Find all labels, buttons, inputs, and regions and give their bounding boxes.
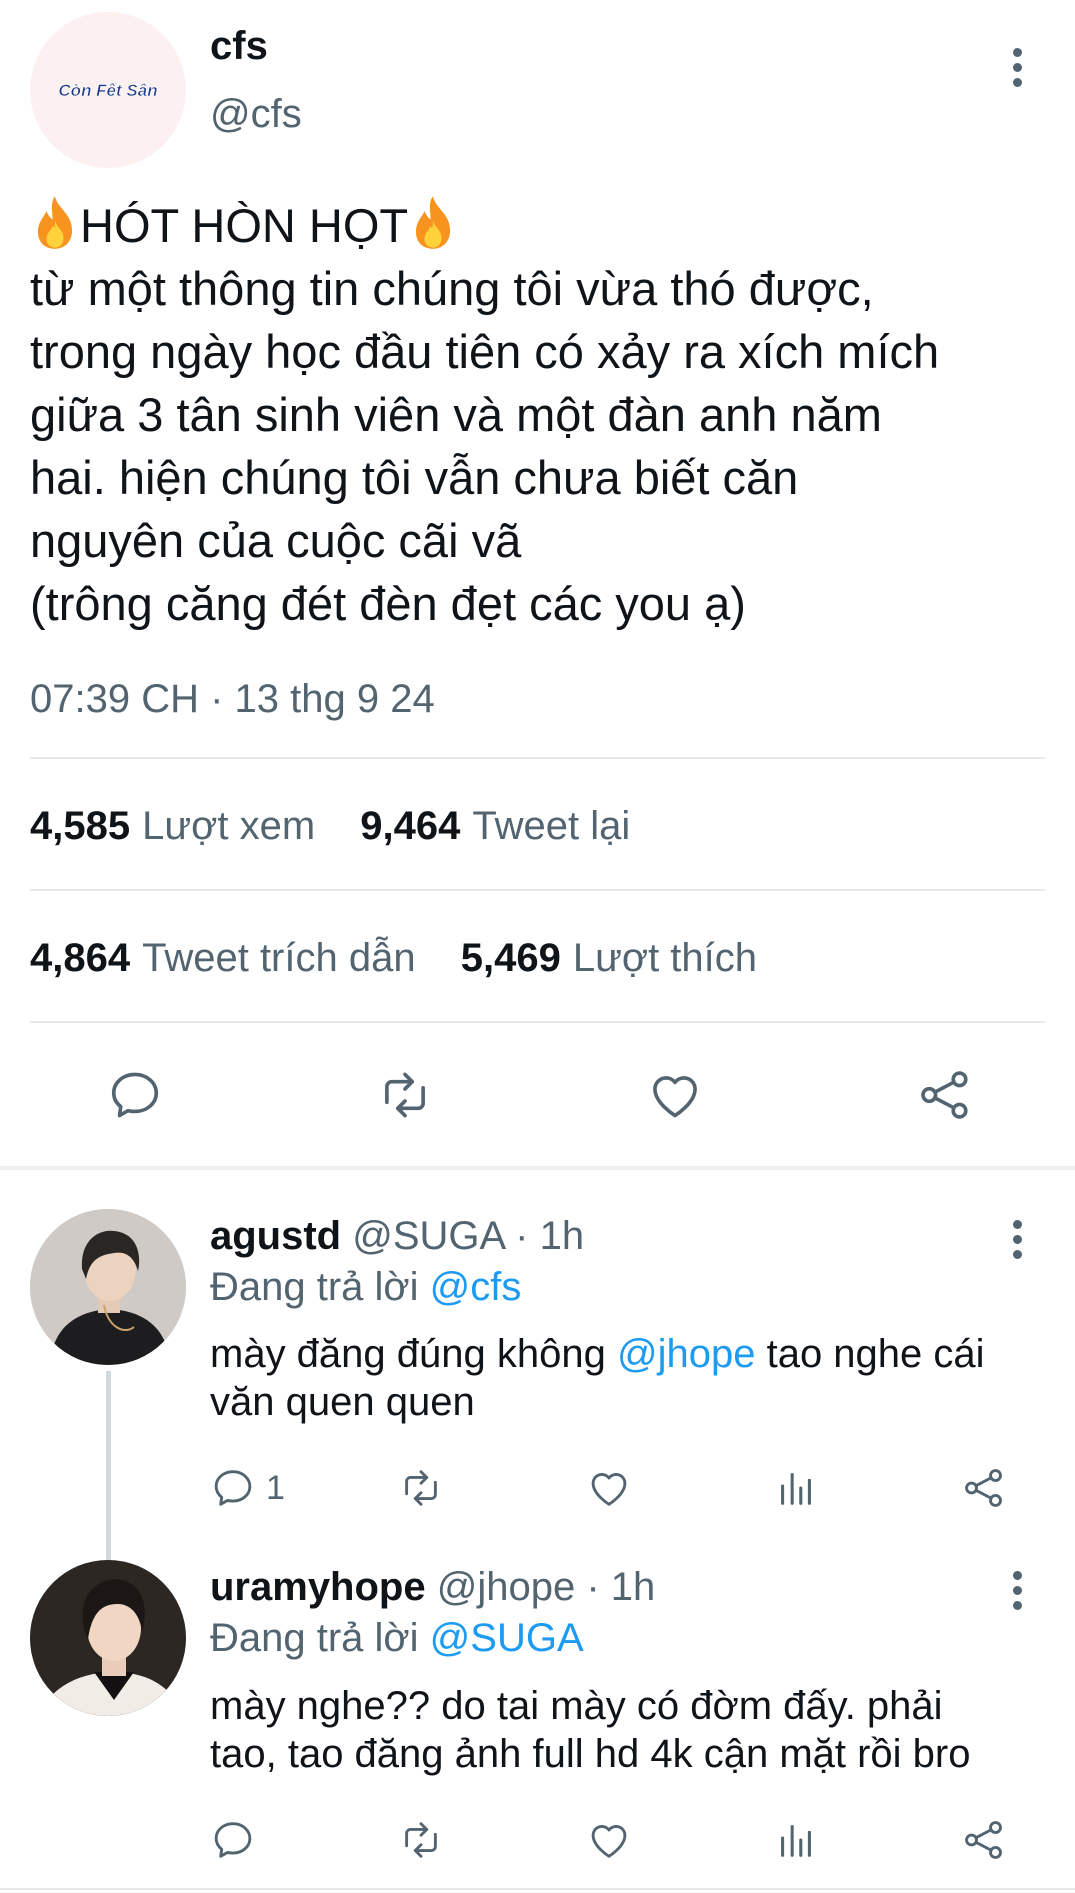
tweet-line: (trông căng đét đèn đẹt các you ạ): [30, 577, 746, 630]
stats-row-1: 4,585 Lượt xem 9,464 Tweet lại: [30, 804, 664, 849]
share-icon: [921, 1071, 968, 1119]
tweet-title-line: HÓT HÒN HỌT: [30, 194, 1040, 257]
like-icon: [591, 1825, 627, 1858]
reply-icon: [214, 1822, 252, 1858]
analytics-button[interactable]: [773, 1463, 819, 1513]
reply-avatar[interactable]: [30, 1560, 186, 1716]
like-button[interactable]: [585, 1815, 633, 1865]
tweet-title: HÓT HÒN HỌT: [80, 199, 409, 252]
divider: [30, 757, 1045, 759]
thread-line: [106, 1371, 111, 1566]
reply-author-handle[interactable]: @SUGA: [352, 1214, 504, 1258]
reply-line: văn quen quen: [210, 1380, 475, 1424]
reply-avatar[interactable]: [30, 1209, 186, 1365]
user-photo: [30, 1560, 186, 1716]
author-avatar[interactable]: Còn Fết Sân: [30, 12, 186, 168]
retweet-button[interactable]: [395, 1815, 447, 1865]
reply-time: · 1h: [586, 1565, 656, 1609]
tweet-line: hai. hiện chúng tôi vẫn chưa biết căn: [30, 451, 799, 504]
quotes-label: Tweet trích dẫn: [142, 936, 416, 980]
like-button[interactable]: [585, 1463, 633, 1513]
retweets-label: Tweet lại: [472, 804, 631, 848]
likes-count: 5,469: [460, 936, 561, 980]
reply-icon: [111, 1072, 159, 1118]
more-options-icon[interactable]: [1009, 1220, 1025, 1265]
reply-actions: 1: [210, 1463, 1020, 1513]
reply-line: mày nghe?? do tai mày có đờm đấy. phải: [210, 1684, 943, 1728]
tweet-timestamp[interactable]: 07:39 CH · 13 thg 9 24: [30, 677, 435, 722]
retweet-icon: [405, 1822, 437, 1858]
section-divider: [0, 1166, 1075, 1170]
reply-line: tao, tao đăng ảnh full hd 4k cận mặt rồi…: [210, 1732, 971, 1776]
share-icon: [965, 1821, 1002, 1859]
mention-link[interactable]: @jhope: [617, 1332, 755, 1376]
logo-text: Còn Fết Sân: [58, 81, 157, 100]
reply-time: · 1h: [515, 1214, 585, 1258]
like-icon: [591, 1473, 627, 1506]
likes-stat[interactable]: 5,469 Lượt thích: [461, 936, 757, 980]
retweets-stat[interactable]: 9,464 Tweet lại: [360, 804, 630, 848]
views-count: 4,585: [30, 804, 131, 848]
author-handle[interactable]: @cfs: [210, 92, 302, 137]
tweet-line: trong ngày học đầu tiên có xảy ra xích m…: [30, 325, 940, 378]
share-button[interactable]: [905, 1060, 985, 1130]
quotes-stat[interactable]: 4,864 Tweet trích dẫn: [30, 936, 416, 980]
reply-icon: [214, 1470, 252, 1506]
views-label: Lượt xem: [142, 804, 316, 848]
reply-text: mày nghe?? do tai mày có đờm đấy. phải t…: [210, 1682, 1040, 1778]
bottom-divider: [0, 1888, 1075, 1890]
analytics-icon: [781, 1473, 811, 1505]
author-name[interactable]: cfs: [210, 24, 268, 69]
replying-to: Đang trả lời @SUGA: [210, 1616, 584, 1661]
share-button[interactable]: [960, 1815, 1008, 1865]
reply-button[interactable]: [210, 1815, 256, 1865]
reply-actions: [210, 1815, 1020, 1865]
cfs-logo: Còn Fết Sân: [30, 12, 186, 168]
reply-author-name[interactable]: agustd: [210, 1214, 341, 1258]
retweet-icon: [385, 1072, 425, 1118]
reply-author-name[interactable]: uramyhope: [210, 1565, 426, 1609]
more-options-icon[interactable]: [1009, 1571, 1025, 1616]
replying-mention[interactable]: @SUGA: [430, 1616, 584, 1660]
share-icon: [965, 1469, 1002, 1507]
divider: [30, 889, 1045, 891]
reply-text-part: tao nghe cái: [755, 1332, 985, 1376]
more-options-icon[interactable]: [1009, 48, 1025, 93]
reply-text: mày đăng đúng không @jhope tao nghe cái …: [210, 1330, 1040, 1426]
replying-prefix: Đang trả lời: [210, 1616, 419, 1660]
replying-mention[interactable]: @cfs: [430, 1265, 522, 1309]
stats-row-2: 4,864 Tweet trích dẫn 5,469 Lượt thích: [30, 936, 791, 981]
tweet-text: HÓT HÒN HỌT từ một thông tin chúng tôi v…: [30, 194, 1040, 635]
replying-prefix: Đang trả lời: [210, 1265, 419, 1309]
fire-emoji-icon: [416, 196, 451, 249]
analytics-icon: [781, 1825, 811, 1857]
replying-to: Đang trả lời @cfs: [210, 1265, 521, 1310]
retweet-button[interactable]: [395, 1463, 447, 1513]
user-photo: [30, 1209, 186, 1365]
analytics-button[interactable]: [773, 1815, 819, 1865]
like-button[interactable]: [635, 1060, 715, 1130]
reply-button[interactable]: [95, 1060, 175, 1130]
retweets-count: 9,464: [360, 804, 461, 848]
reply-text-part: mày đăng đúng không: [210, 1332, 617, 1376]
retweet-icon: [405, 1470, 437, 1506]
quotes-count: 4,864: [30, 936, 131, 980]
reply-line: mày đăng đúng không @jhope tao nghe cái: [210, 1330, 1040, 1378]
share-button[interactable]: [960, 1463, 1008, 1513]
like-icon: [653, 1076, 697, 1118]
tweet-line: từ một thông tin chúng tôi vừa thó được,: [30, 262, 874, 315]
reply-header: uramyhope @jhope · 1h: [210, 1565, 655, 1610]
reply-author-handle[interactable]: @jhope: [437, 1565, 575, 1609]
tweet-line: nguyên của cuộc cãi vã: [30, 514, 522, 567]
reply-count: 1: [266, 1468, 285, 1507]
fire-emoji-icon: [37, 196, 73, 249]
views-stat[interactable]: 4,585 Lượt xem: [30, 804, 315, 848]
divider: [30, 1021, 1045, 1023]
reply-header: agustd @SUGA · 1h: [210, 1214, 584, 1259]
retweet-button[interactable]: [365, 1060, 445, 1130]
reply-button[interactable]: 1: [210, 1463, 285, 1513]
tweet-line: giữa 3 tân sinh viên và một đàn anh năm: [30, 388, 882, 441]
likes-label: Lượt thích: [572, 936, 758, 980]
